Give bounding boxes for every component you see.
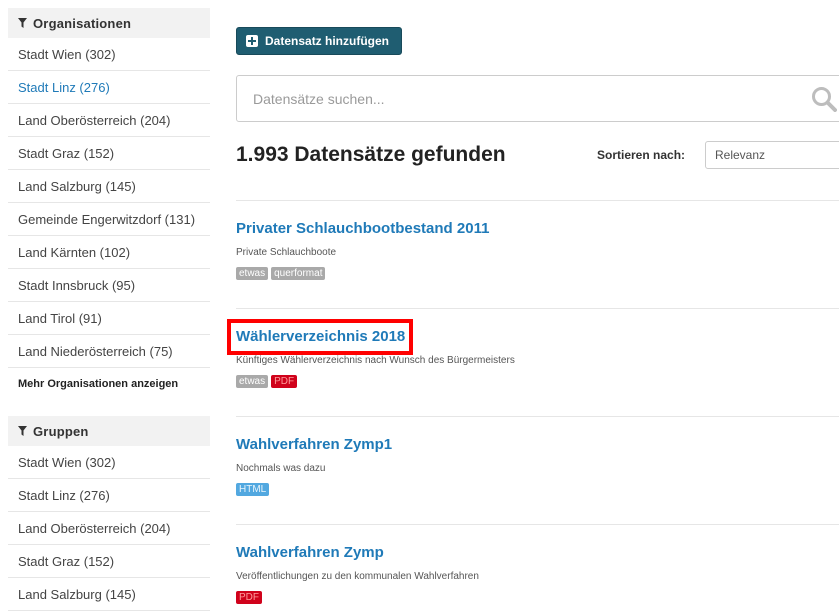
organisations-list: Stadt Wien (302) Stadt Linz (276) Land O… [8,38,210,368]
group-item-stadt-wien[interactable]: Stadt Wien (302) [8,446,210,479]
dataset-tags: etwas PDF [236,375,839,388]
main-content: Datensatz hinzufügen 1.993 Datensätze ge… [227,0,839,607]
tag-badge[interactable]: etwas [236,267,269,280]
dataset-tags: etwas querformat [236,267,839,280]
add-dataset-label: Datensatz hinzufügen [265,34,390,48]
divider [236,308,839,309]
group-item-land-oberoesterreich[interactable]: Land Oberösterreich (204) [8,512,210,545]
divider [236,524,839,525]
group-item-land-salzburg[interactable]: Land Salzburg (145) [8,578,210,611]
dataset-notes: Veröffentlichungen zu den kommunalen Wah… [236,571,479,582]
groups-facet-header: Gruppen [8,416,210,446]
dataset-tags: PDF [236,591,839,604]
format-badge-pdf[interactable]: PDF [236,591,262,604]
dataset-item: Wahlverfahren Zymp Veröffentlichungen zu… [236,544,839,604]
facet-item-stadt-linz[interactable]: Stadt Linz (276) [8,71,210,104]
facet-item-stadt-innsbruck[interactable]: Stadt Innsbruck (95) [8,269,210,302]
facet-item-land-salzburg[interactable]: Land Salzburg (145) [8,170,210,203]
search-input[interactable] [251,89,775,108]
format-badge-pdf[interactable]: PDF [271,375,298,388]
dataset-title-link[interactable]: Wahlverfahren Zymp [236,544,839,562]
filter-icon [18,18,27,28]
facet-item-stadt-graz[interactable]: Stadt Graz (152) [8,137,210,170]
tag-badge[interactable]: etwas [236,375,269,388]
dataset-tags: HTML [236,483,839,496]
tag-badge[interactable]: querformat [271,267,326,280]
filter-icon [18,426,27,436]
group-item-stadt-linz[interactable]: Stadt Linz (276) [8,479,210,512]
divider [236,416,839,417]
dataset-item: Wählerverzeichnis 2018 Künftiges Wählerv… [227,319,839,388]
sort-label: Sortieren nach: [597,148,686,162]
divider [236,200,839,201]
format-badge-html[interactable]: HTML [236,483,270,496]
facet-item-gemeinde-engerwitzdorf[interactable]: Gemeinde Engerwitzdorf (131) [8,203,210,236]
dataset-title-link[interactable]: Wahlverfahren Zymp1 [236,436,839,454]
add-dataset-button[interactable]: Datensatz hinzufügen [236,27,403,55]
groups-list: Stadt Wien (302) Stadt Linz (276) Land O… [8,446,210,611]
facet-item-land-niederoesterreich[interactable]: Land Niederösterreich (75) [8,335,210,368]
highlight-box [227,319,413,355]
dataset-item: Privater Schlauchbootbestand 2011 Privat… [236,220,839,280]
plus-icon [246,35,258,47]
sidebar: Organisationen Stadt Wien (302) Stadt Li… [8,8,210,611]
facet-item-land-tirol[interactable]: Land Tirol (91) [8,302,210,335]
dataset-title-link[interactable]: Privater Schlauchbootbestand 2011 [236,220,839,238]
search-icon[interactable] [811,86,837,112]
facet-item-land-oberoesterreich[interactable]: Land Oberösterreich (204) [8,104,210,137]
facet-item-land-kaernten[interactable]: Land Kärnten (102) [8,236,210,269]
dataset-notes: Nochmals was dazu [236,463,326,474]
dataset-notes: Künftiges Wählerverzeichnis nach Wunsch … [236,355,515,366]
organisations-facet-header: Organisationen [8,8,210,38]
organisations-facet-title: Organisationen [33,15,132,31]
facet-item-stadt-wien[interactable]: Stadt Wien (302) [8,38,210,71]
search-box [236,75,839,122]
groups-facet-title: Gruppen [33,423,89,439]
group-item-stadt-graz[interactable]: Stadt Graz (152) [8,545,210,578]
sort-select[interactable]: Relevanz [705,141,839,169]
more-organisations-link[interactable]: Mehr Organisationen anzeigen [8,368,210,400]
dataset-notes: Private Schlauchboote [236,247,337,258]
dataset-item: Wahlverfahren Zymp1 Nochmals was dazu HT… [236,436,839,496]
results-count: 1.993 Datensätze gefunden [236,143,506,166]
